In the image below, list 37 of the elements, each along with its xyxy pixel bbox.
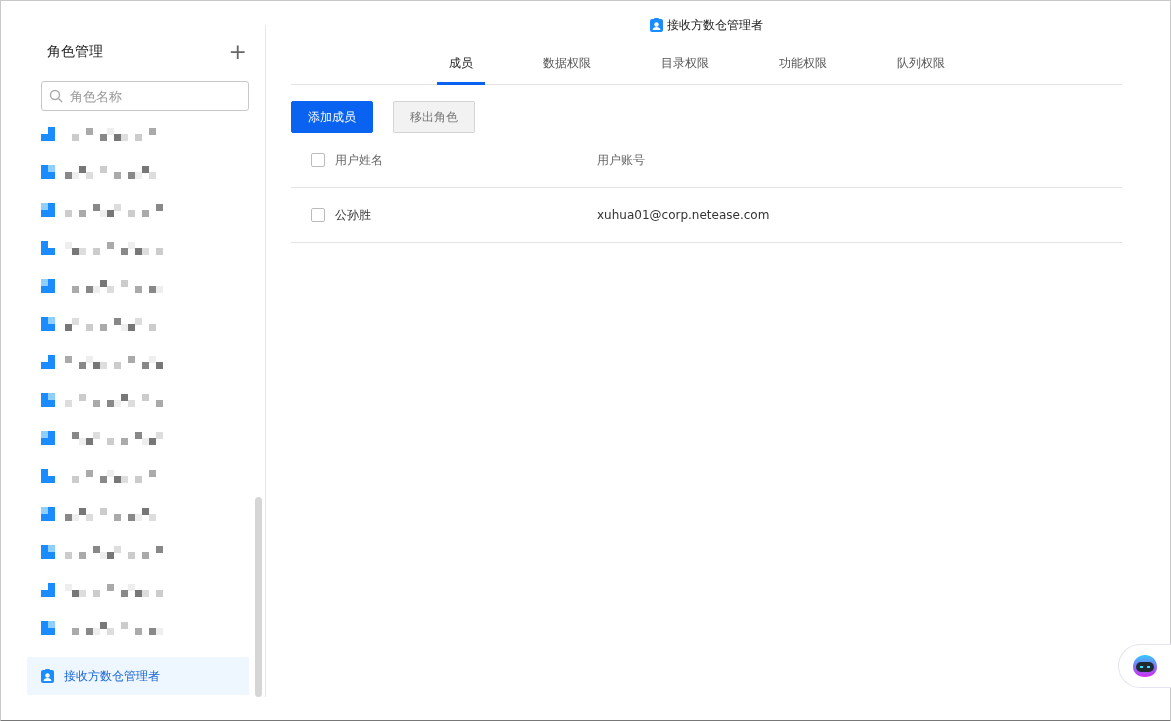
add-member-button[interactable]: 添加成员: [291, 101, 373, 133]
square-icon: [41, 393, 55, 407]
square-icon: [41, 317, 55, 331]
role-title: 接收方数仓管理者: [667, 16, 763, 34]
badge-icon: [41, 669, 54, 683]
square-icon: [41, 165, 55, 179]
square-icon: [41, 469, 55, 483]
tab[interactable]: 成员: [436, 47, 485, 85]
scrollbar[interactable]: [255, 497, 262, 697]
assistant-button[interactable]: [1118, 644, 1171, 688]
table-cell: 公孙胜: [335, 206, 371, 224]
robot-icon: [1131, 654, 1159, 678]
add-button[interactable]: +: [228, 42, 247, 62]
square-icon: [41, 203, 55, 217]
square-icon: [41, 355, 55, 369]
square-icon: [41, 127, 55, 141]
role-item[interactable]: 接收方数仓管理者: [27, 657, 249, 695]
tab[interactable]: 数据权限: [530, 47, 603, 85]
square-icon: [41, 621, 55, 635]
square-icon: [41, 279, 55, 293]
tab[interactable]: 队列权限: [884, 47, 957, 85]
search-field[interactable]: 角色名称: [41, 81, 249, 111]
tab[interactable]: 功能权限: [766, 47, 839, 85]
square-icon: [41, 431, 55, 445]
square-icon: [41, 583, 55, 597]
sidebar-title: 角色管理: [47, 43, 103, 61]
checkbox[interactable]: [311, 153, 325, 167]
square-icon: [41, 507, 55, 521]
checkbox[interactable]: [311, 208, 325, 222]
square-icon: [41, 545, 55, 559]
tab[interactable]: 目录权限: [648, 47, 721, 85]
table-cell-text: xuhua01@corp.netease.com: [597, 208, 771, 222]
square-icon: [41, 241, 55, 255]
badge-icon: [650, 18, 663, 32]
search-icon: [49, 89, 63, 103]
column-header: 用户姓名: [335, 151, 383, 169]
column-header: 用户账号: [597, 151, 646, 169]
